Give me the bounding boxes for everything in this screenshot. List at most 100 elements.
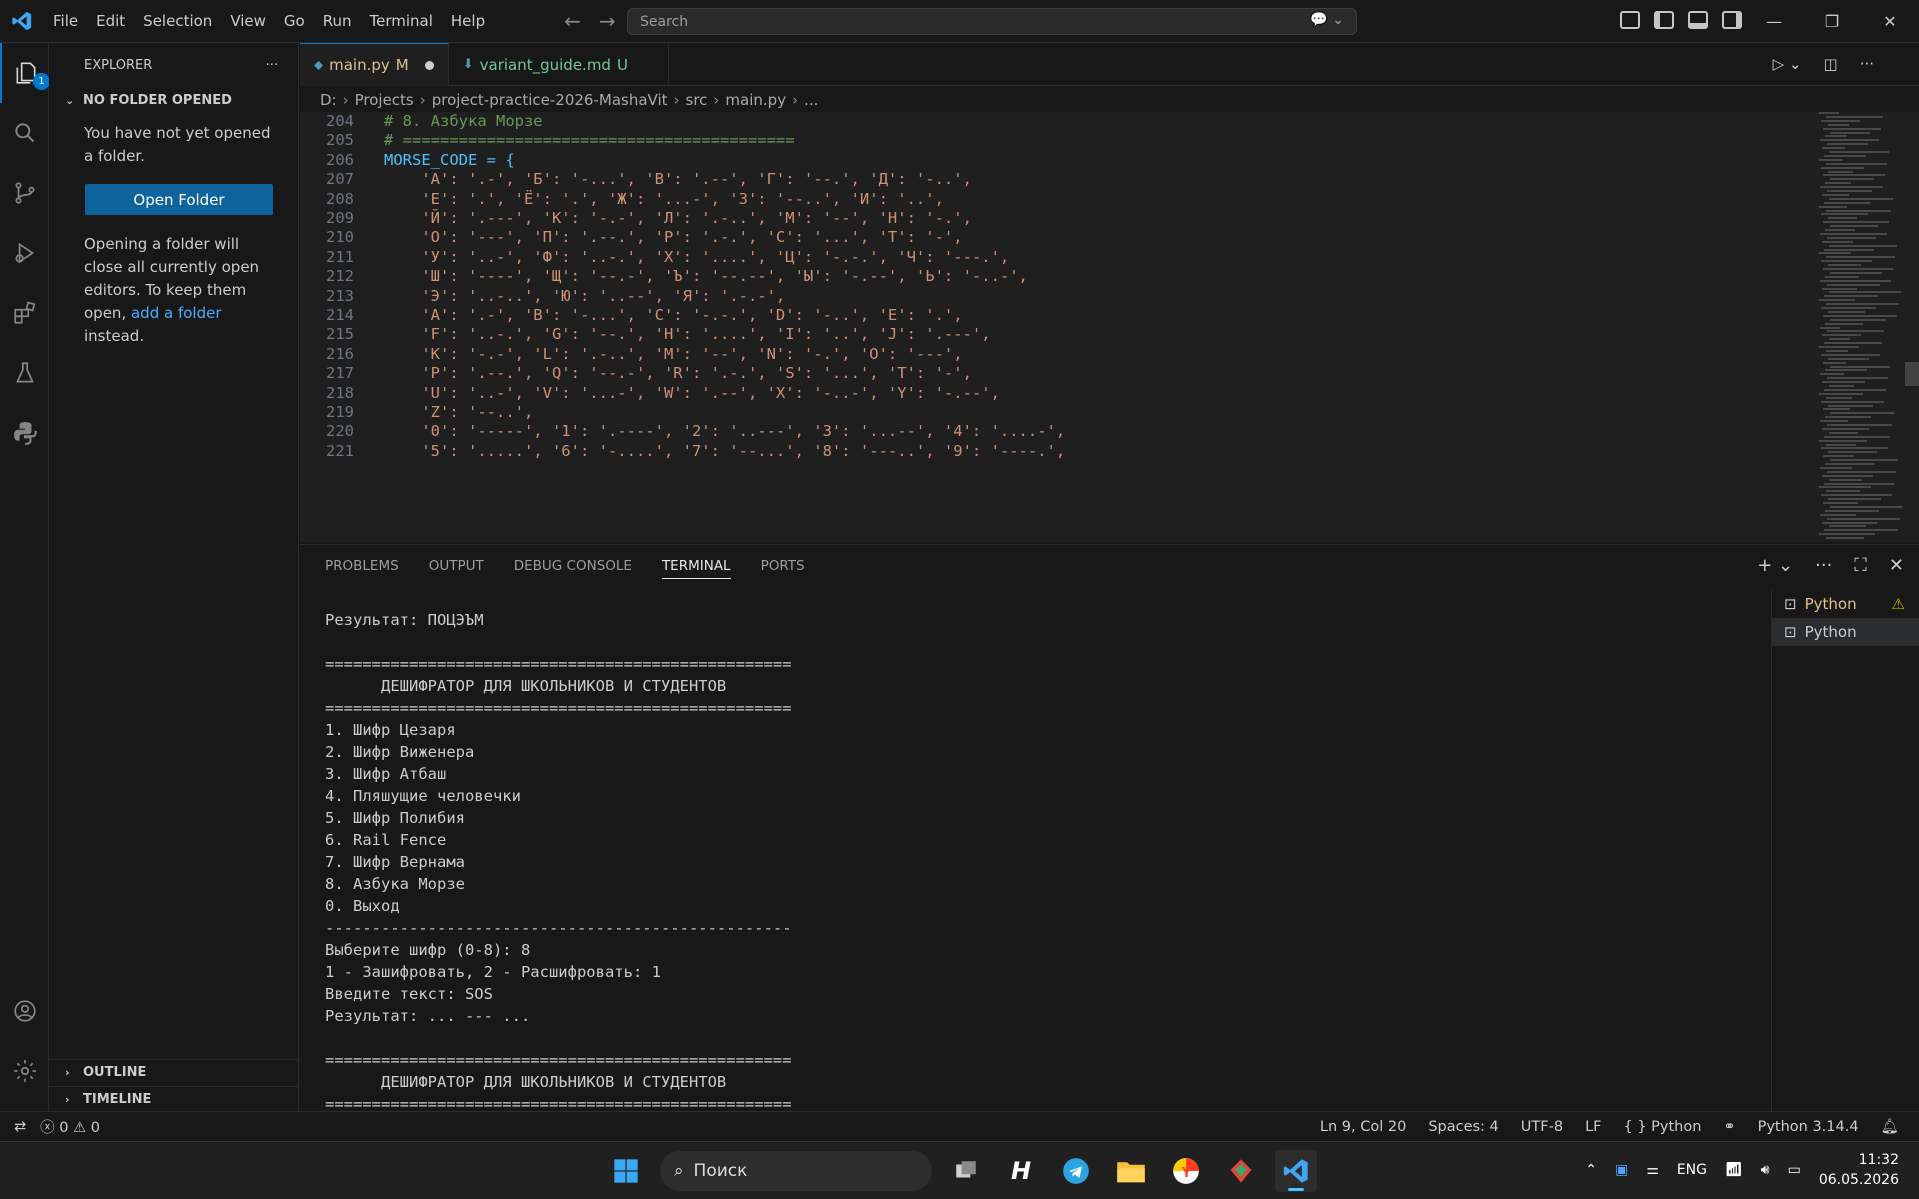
forward-arrow-icon[interactable]: →	[599, 9, 616, 33]
panel-tab-terminal[interactable]: TERMINAL	[661, 553, 731, 579]
panel-tab-debug-console[interactable]: DEBUG CONSOLE	[514, 558, 632, 574]
back-arrow-icon[interactable]: ←	[564, 9, 581, 33]
input-language[interactable]: ENG	[1677, 1162, 1707, 1178]
breadcrumb-item[interactable]: main.py	[725, 91, 786, 109]
clock-time: 11:32	[1858, 1152, 1899, 1168]
accounts-icon[interactable]	[0, 981, 49, 1041]
settings-gear-icon[interactable]	[0, 1041, 49, 1101]
explorer-icon[interactable]: 1	[0, 43, 50, 103]
outline-section[interactable]: › OUTLINE	[49, 1059, 299, 1084]
menu-item-go[interactable]: Go	[275, 0, 314, 43]
hint-text-end: instead.	[84, 327, 145, 345]
tab-main-py[interactable]: ⬥ main.py M	[300, 43, 449, 86]
customize-layout-icon[interactable]	[1620, 11, 1640, 29]
code-editor[interactable]: 204 # 8. Азбука Морзе 205 # ===============…	[300, 112, 1919, 542]
toggle-panel-icon[interactable]	[1688, 11, 1708, 29]
terminal-icon: ⊡	[1784, 623, 1797, 641]
split-editor-icon[interactable]: ◫	[1824, 55, 1838, 73]
more-actions-icon[interactable]: ···	[1860, 55, 1874, 73]
panel-tab-ports[interactable]: PORTS	[761, 558, 805, 574]
show-hidden-icons-icon[interactable]: ⌃	[1585, 1162, 1597, 1178]
testing-flask-icon[interactable]	[0, 343, 49, 403]
code-line[interactable]: 221 '5': '.....', '6': '-....', '7': '--…	[300, 439, 1065, 463]
no-folder-section[interactable]: ⌄ NO FOLDER OPENED	[49, 88, 298, 112]
more-actions-icon[interactable]: ···	[266, 58, 278, 73]
breadcrumb-item[interactable]: project-practice-2026-MashaVit	[432, 91, 668, 109]
wifi-icon[interactable]: 📶︎	[1725, 1162, 1743, 1178]
panel-tab-output[interactable]: OUTPUT	[429, 558, 484, 574]
encoding[interactable]: UTF-8	[1521, 1119, 1563, 1135]
menu-item-edit[interactable]: Edit	[87, 0, 134, 43]
minimap-line	[1823, 361, 1846, 364]
notifications-bell-icon[interactable]: 🔔︎	[1881, 1118, 1899, 1135]
copilot-chat-icon[interactable]: 💬 ⌄	[1310, 12, 1344, 28]
menu-item-run[interactable]: Run	[314, 0, 361, 43]
unsaved-dot-icon[interactable]	[424, 60, 434, 70]
search-icon[interactable]	[0, 103, 49, 163]
command-search-box[interactable]: Search 💬 ⌄	[627, 8, 1357, 35]
tray-app-icon[interactable]: ▣	[1615, 1162, 1628, 1178]
minimap-line	[1819, 533, 1875, 536]
yandex-browser-icon[interactable]: Y	[1165, 1150, 1207, 1192]
taskbar-search[interactable]: ⌕ Поиск	[660, 1151, 932, 1191]
more-actions-icon[interactable]: ···	[1815, 555, 1832, 576]
timeline-section[interactable]: › TIMELINE	[49, 1086, 299, 1111]
extensions-icon[interactable]	[0, 283, 49, 343]
chevron-right-icon: ›	[65, 1092, 70, 1106]
open-folder-button[interactable]: Open Folder	[85, 184, 273, 215]
minimap-line	[1822, 427, 1869, 430]
menu-item-selection[interactable]: Selection	[134, 0, 221, 43]
tray-toggle-icon[interactable]: ⚌	[1646, 1162, 1659, 1178]
menu-item-help[interactable]: Help	[442, 0, 494, 43]
end-of-line[interactable]: LF	[1585, 1119, 1601, 1135]
minimap-line	[1829, 338, 1850, 341]
windows-start-icon[interactable]	[605, 1150, 647, 1192]
telegram-icon[interactable]	[1055, 1150, 1097, 1192]
task-view-icon[interactable]	[945, 1150, 987, 1192]
code-text: 'Й': '.---', 'К': '-.-', 'Л': '.-..', 'М…	[384, 209, 972, 227]
battery-icon[interactable]: ▭	[1788, 1162, 1801, 1178]
language-mode[interactable]: { } Python	[1623, 1119, 1701, 1135]
maximize-panel-icon[interactable]: ⛶	[1854, 555, 1867, 576]
vscode-taskbar-icon[interactable]	[1275, 1150, 1317, 1192]
menu-item-file[interactable]: File	[44, 0, 87, 43]
file-explorer-icon[interactable]	[1110, 1150, 1152, 1192]
remote-icon[interactable]: ⇄	[14, 1119, 26, 1135]
run-python-file-icon[interactable]: ▷ ⌄	[1773, 55, 1802, 73]
minimap[interactable]	[1819, 112, 1902, 542]
toggle-primary-sidebar-icon[interactable]	[1654, 11, 1674, 29]
terminal-item[interactable]: ⊡ Python ⚠	[1772, 590, 1919, 618]
indentation[interactable]: Spaces: 4	[1428, 1119, 1498, 1135]
close-panel-icon[interactable]: ✕	[1889, 555, 1904, 576]
run-debug-icon[interactable]	[0, 223, 49, 283]
hyperskill-app-icon[interactable]: H	[1000, 1150, 1042, 1192]
python-icon[interactable]	[0, 403, 49, 463]
new-terminal-icon[interactable]: + ⌄	[1757, 555, 1793, 576]
volume-icon[interactable]: 🔊︎	[1761, 1162, 1770, 1178]
cursor-position[interactable]: Ln 9, Col 20	[1320, 1119, 1406, 1135]
editor-scrollbar[interactable]	[1905, 362, 1919, 386]
terminal-line: 5. Шифр Полибия	[325, 809, 465, 827]
line-number: 211	[326, 247, 354, 266]
breadcrumb-item[interactable]: ...	[804, 91, 818, 109]
breadcrumb-item[interactable]: Projects	[355, 91, 414, 109]
close-icon[interactable]: ✕	[1861, 0, 1919, 43]
terminal-output[interactable]: Результат: ПОЦЭЪМ =======================…	[325, 609, 1725, 1109]
python-interpreter[interactable]: Python 3.14.4	[1758, 1119, 1859, 1135]
breadcrumb-item[interactable]: D:	[320, 91, 337, 109]
add-folder-link[interactable]: add a folder	[131, 304, 222, 322]
menu-item-view[interactable]: View	[221, 0, 275, 43]
terminal-item[interactable]: ⊡ Python	[1772, 618, 1919, 646]
minimap-line	[1824, 482, 1894, 485]
minimize-icon[interactable]: —	[1745, 0, 1803, 43]
tab-variant-guide-md[interactable]: ⬇ variant_guide.md U	[449, 43, 669, 86]
panel-tab-problems[interactable]: PROBLEMS	[325, 558, 399, 574]
problems-indicator[interactable]: ⓧ 0 ⚠ 0	[40, 1116, 100, 1137]
clock[interactable]: 11:32 06.05.2026	[1819, 1150, 1899, 1190]
source-control-icon[interactable]	[0, 163, 49, 223]
breadcrumb-item[interactable]: src	[686, 91, 708, 109]
toggle-secondary-sidebar-icon[interactable]	[1722, 11, 1742, 29]
git-kraken-icon[interactable]	[1220, 1150, 1262, 1192]
menu-item-terminal[interactable]: Terminal	[361, 0, 442, 43]
restore-icon[interactable]: ❐	[1803, 0, 1861, 43]
